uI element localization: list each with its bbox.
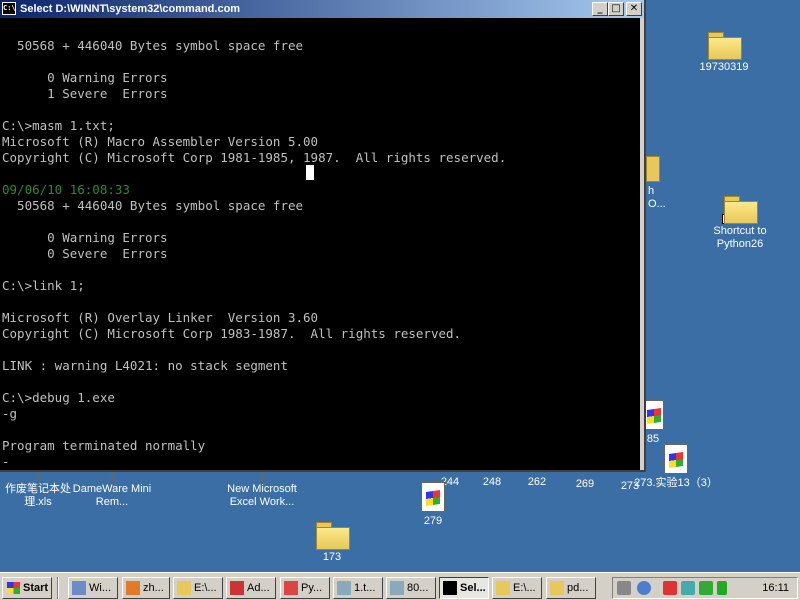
console-line: 0 Warning Errors (2, 230, 168, 245)
console-line: 50568 + 446040 Bytes symbol space free (2, 38, 304, 53)
taskbar-button-label: Sel... (460, 582, 486, 594)
system-tray: 16:11 (612, 577, 798, 599)
desktop-icon-label: 173 (322, 551, 342, 563)
console-line: 50568 + 446040 Bytes symbol space free (2, 198, 304, 213)
console-line: 0 Warning Errors (2, 70, 168, 85)
desktop-icon-new-excel[interactable]: New Microsoft Excel Work... (220, 469, 304, 509)
clock[interactable]: 16:11 (762, 578, 789, 598)
folder-icon (496, 581, 510, 595)
display-icon[interactable] (717, 581, 727, 595)
console-icon (443, 581, 457, 595)
shortcut-arrow-icon: ↗ (722, 214, 732, 224)
start-button[interactable]: Start (2, 577, 52, 599)
close-button[interactable]: ✕ (626, 2, 642, 16)
desktop-icon-dameware[interactable]: DameWare Mini Rem... (70, 469, 154, 509)
window-titlebar[interactable]: C:\ Select D:\WINNT\system32\command.com… (0, 0, 644, 18)
taskbar-button-label: E:\... (194, 582, 217, 594)
desktop-icon-label: DameWare Mini Rem... (72, 483, 152, 508)
folder-icon: ↗ (722, 196, 758, 224)
taskbar-button[interactable]: E:\... (173, 577, 223, 599)
taskbar-button[interactable]: Sel... (439, 577, 489, 599)
taskbar-button[interactable]: pd... (546, 577, 596, 599)
folder-icon (550, 581, 564, 595)
taskbar-button[interactable]: 80... (386, 577, 436, 599)
console-line: C:\>link 1; (2, 278, 85, 293)
console-line: Copyright (C) Microsoft Corp 1981-1985, … (2, 150, 507, 165)
console-line: 1 Severe Errors (2, 86, 168, 101)
taskbar-button[interactable]: E:\... (492, 577, 542, 599)
desktop-icon-label: 作废笔记本处理.xls (5, 483, 71, 508)
selection-cursor (306, 165, 314, 180)
desktop-icon-label: 273.实验13（3） (634, 477, 718, 489)
maximize-button[interactable]: □ (608, 2, 624, 16)
taskbar-button[interactable]: 1.t... (333, 577, 383, 599)
folder-icon (316, 522, 350, 550)
volume-icon[interactable] (617, 581, 631, 595)
start-label: Start (23, 582, 49, 594)
windows-logo-icon (7, 582, 20, 594)
console-line: Program terminated normally (2, 438, 206, 453)
console-line: Copyright (C) Microsoft Corp 1983-1987. … (2, 326, 462, 341)
taskbar-button[interactable]: Wi... (68, 577, 118, 599)
console-output[interactable]: 50568 + 446040 Bytes symbol space free 0… (0, 18, 644, 470)
document-icon (664, 444, 688, 474)
folder-icon (708, 32, 742, 60)
folder-icon (646, 156, 660, 182)
console-line: 0 Severe Errors (2, 246, 168, 261)
firefox-icon (126, 581, 140, 595)
taskbar: Start Wi... zh... E:\... Ad... Py... 1.t... 80… (0, 572, 800, 600)
desktop-icon-label: 19730319 (699, 61, 749, 73)
folder-icon (177, 581, 191, 595)
taskbar-button-label: 80... (407, 582, 429, 594)
desktop-icon-273-experiment[interactable]: 273.实验13（3） (634, 444, 718, 490)
desktop-icon-label: New Microsoft Excel Work... (227, 483, 297, 508)
console-text: 50568 + 446040 Bytes symbol space free 0… (2, 38, 506, 470)
desktop-icon-19730319[interactable]: 19730319 (682, 32, 766, 74)
console-line: C:\>debug 1.exe (2, 390, 115, 405)
desktop-icon-label: Shortcut to Python26 (713, 225, 767, 250)
taskbar-button-label: pd... (567, 582, 589, 594)
taskbar-button-label: 1.t... (354, 582, 376, 594)
taskbar-button[interactable]: Ad... (226, 577, 276, 599)
taskbar-button-label: Wi... (89, 582, 111, 594)
network-icon[interactable] (637, 581, 651, 595)
antivirus-icon[interactable] (663, 581, 677, 595)
monitor-icon[interactable] (699, 581, 713, 595)
taskbar-button-label: E:\... (513, 582, 536, 594)
desktop-icon-xls-notebook[interactable]: 作废笔记本处理.xls (0, 469, 80, 509)
console-line: - (2, 454, 10, 469)
taskbar-button[interactable]: zh... (122, 577, 170, 599)
notepad-icon (337, 581, 351, 595)
window-icon (72, 581, 86, 595)
taskbar-button-label: Py... (301, 582, 323, 594)
taskbar-separator (57, 577, 59, 599)
taskbar-button[interactable]: Py... (280, 577, 330, 599)
document-icon (421, 482, 445, 512)
console-line: 09/06/10 16:08:33 (2, 182, 130, 197)
security-icon[interactable] (681, 581, 695, 595)
console-edge (640, 18, 644, 470)
console-line: Microsoft (R) Macro Assembler Version 5.… (2, 134, 319, 149)
python-icon (284, 581, 298, 595)
console-line: Microsoft (R) Overlay Linker Version 3.6… (2, 310, 319, 325)
desktop-icon-python26-shortcut[interactable]: ↗ Shortcut to Python26 (698, 196, 782, 251)
notepad-icon (390, 581, 404, 595)
command-window[interactable]: C:\ Select D:\WINNT\system32\command.com… (0, 0, 646, 472)
minimize-button[interactable]: _ (592, 2, 608, 16)
taskbar-button-label: Ad... (247, 582, 270, 594)
desktop-icon-173[interactable]: 173 (290, 522, 374, 564)
console-line: LINK : warning L4021: no stack segment (2, 358, 288, 373)
console-line: C:\>masm 1.txt; (2, 118, 115, 133)
taskbar-button-label: zh... (143, 582, 164, 594)
acrobat-icon (230, 581, 244, 595)
console-line: -g (2, 406, 18, 421)
desktop-icon-label: 279 (423, 515, 443, 527)
window-title: Select D:\WINNT\system32\command.com (20, 3, 241, 15)
desktop-icon-279[interactable]: 279 (391, 482, 475, 528)
console-icon[interactable]: C:\ (2, 2, 16, 15)
